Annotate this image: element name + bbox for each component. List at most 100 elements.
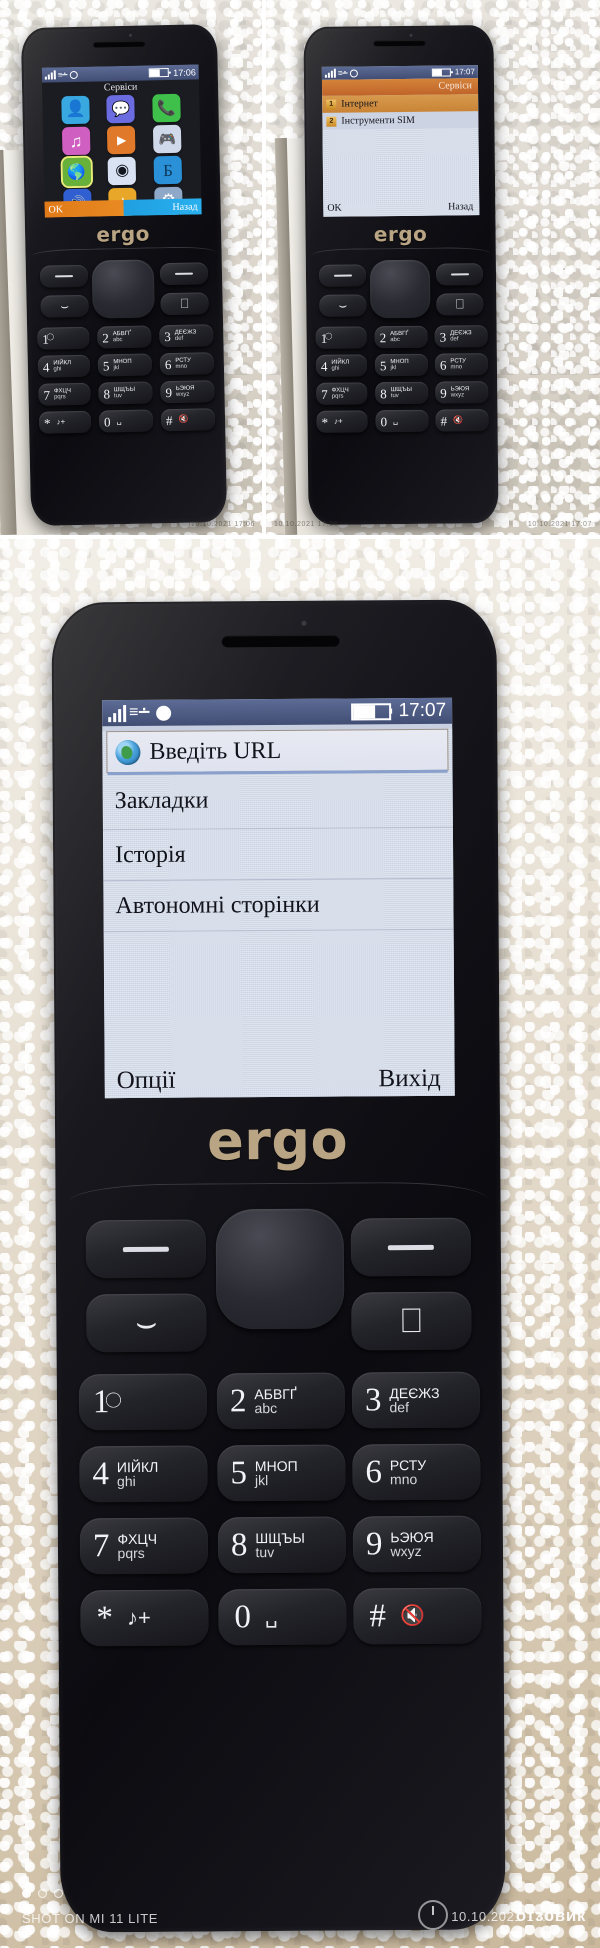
app-icon-camera[interactable]: ◉ bbox=[108, 156, 137, 186]
softkey-left-3[interactable]: Опції bbox=[105, 1066, 279, 1095]
end-call-key-3[interactable]: ⎕ bbox=[351, 1291, 472, 1351]
battery-icon bbox=[351, 702, 392, 720]
menu-index-1: 1 bbox=[326, 99, 337, 110]
key-1[interactable]: 1 ⃝⃝ bbox=[78, 1373, 208, 1431]
signal-bars-icon bbox=[44, 70, 56, 80]
key-3[interactable]: 3 ДЕЄЖЗ def bbox=[434, 325, 488, 348]
battery-icon bbox=[149, 68, 170, 78]
app-icon-video[interactable]: ▶ bbox=[107, 125, 136, 155]
globe-icon: 🌎 bbox=[67, 163, 87, 181]
key-hash[interactable]: # 🔇 bbox=[435, 409, 489, 432]
browser-menu-item-label: Історія bbox=[115, 841, 186, 868]
menu-item-internet[interactable]: 1 Інтернет bbox=[322, 94, 479, 113]
softkey-right-label-3: Вихід bbox=[378, 1064, 441, 1093]
softkey-right-button-2[interactable] bbox=[435, 263, 484, 286]
menu-item-label-internet: Інтернет bbox=[341, 98, 378, 110]
earpiece-grille bbox=[221, 634, 340, 648]
key-hash[interactable]: # 🔇 bbox=[353, 1587, 482, 1645]
key-4[interactable]: 4 ИІЙКЛ ghi bbox=[315, 354, 368, 377]
key-8[interactable]: 8 ШЩЪЫ tuv bbox=[98, 381, 153, 405]
alarm-clock-icon bbox=[350, 68, 359, 78]
call-key-2[interactable]: ⌣ bbox=[319, 294, 367, 317]
app-icon-games[interactable]: 🎮 bbox=[153, 124, 182, 154]
browser-menu-selected-enter-url[interactable]: Введіть URL bbox=[106, 728, 449, 776]
softkey-left-2[interactable]: OK bbox=[323, 199, 400, 217]
app-icon-messages[interactable]: 💬 bbox=[106, 94, 136, 124]
key-hash[interactable]: # 🔇 bbox=[160, 408, 216, 432]
app-icon-services[interactable]: 🌎 bbox=[60, 155, 93, 189]
app-icon-call-log[interactable]: 📞 bbox=[152, 93, 181, 123]
softkey-right-label-2: Назад bbox=[448, 201, 474, 213]
softkey-right-button-1[interactable] bbox=[159, 262, 209, 286]
key-2[interactable]: 2 АБВГҐ abc bbox=[216, 1372, 346, 1430]
key-7[interactable]: 7 ФХЦЧ pqrs bbox=[38, 382, 91, 406]
app-icon-music[interactable]: ♫ bbox=[61, 126, 91, 156]
signal-bars-icon bbox=[324, 68, 336, 78]
key-8[interactable]: 8 ШЩЪЫ tuv bbox=[217, 1516, 347, 1574]
key-star[interactable]: * ♪+ bbox=[316, 410, 368, 433]
key-3[interactable]: 3 ДЕЄЖЗ def bbox=[351, 1371, 481, 1429]
softkey-left-button-1[interactable] bbox=[39, 264, 89, 288]
brand-logo-3: ergo bbox=[206, 1108, 349, 1173]
note-plus-icon: ♪+ bbox=[126, 1604, 151, 1630]
battery-icon bbox=[431, 67, 451, 77]
softkey-left-button-2[interactable] bbox=[318, 264, 367, 287]
key-0[interactable]: 0 ␣ bbox=[98, 409, 154, 433]
app-icon-contacts[interactable]: 👤 bbox=[61, 95, 90, 125]
key-6[interactable]: 6 РСТУ mno bbox=[352, 1443, 481, 1501]
shutter-watermark-icon bbox=[418, 1900, 448, 1930]
key-0[interactable]: 0 ␣ bbox=[218, 1588, 347, 1646]
browser-menu-item-offline-pages[interactable]: Автономні сторінки bbox=[103, 878, 454, 933]
key-4[interactable]: 4 ИІЙКЛ ghi bbox=[37, 354, 91, 378]
soft-key-bar-3: Опції Вихід bbox=[105, 1057, 455, 1098]
key-2[interactable]: 2 АБВГҐ abc bbox=[374, 325, 428, 349]
key-7[interactable]: 7 ФХЦЧ pqrs bbox=[79, 1517, 209, 1575]
browser-menu-item-label: Закладки bbox=[114, 786, 209, 814]
key-4[interactable]: 4 ИІЙКЛ ghi bbox=[79, 1445, 208, 1503]
key-6[interactable]: 6 РСТУ mno bbox=[434, 353, 489, 376]
dpad-navigation-key-2[interactable] bbox=[369, 259, 431, 319]
key-8[interactable]: 8 ШЩЪЫ tuv bbox=[375, 381, 429, 405]
space-icon: ␣ bbox=[116, 416, 122, 426]
key-6[interactable]: 6 РСТУ mno bbox=[159, 352, 215, 376]
video-icon: ▶ bbox=[116, 132, 127, 148]
key-5[interactable]: 5 МНОП jkl bbox=[217, 1444, 346, 1502]
dpad-navigation-key-1[interactable] bbox=[91, 259, 155, 319]
browser-menu-item-label: Автономні сторінки bbox=[115, 891, 320, 919]
menu-title-2: Сервіси bbox=[438, 80, 473, 92]
dpad-navigation-key-3[interactable] bbox=[215, 1208, 345, 1330]
softkey-left-1[interactable]: OK bbox=[44, 200, 124, 218]
browser-menu-item-bookmarks[interactable]: Закладки bbox=[102, 770, 453, 831]
shot-on-watermark: SHOT ON MI 11 LITE bbox=[22, 1911, 159, 1926]
globe-icon bbox=[115, 739, 141, 765]
key-3[interactable]: 3 ДЕЄЖЗ def bbox=[159, 324, 214, 348]
softkey-right-button-3[interactable] bbox=[350, 1217, 472, 1277]
key-2[interactable]: 2 АБВГҐ abc bbox=[97, 325, 152, 349]
app-icon-bank[interactable]: Б bbox=[153, 155, 183, 185]
softkey-left-button-3[interactable] bbox=[85, 1219, 207, 1279]
softkey-right-2[interactable]: Назад bbox=[400, 198, 479, 216]
end-call-key-1[interactable]: ⎕ bbox=[160, 292, 209, 316]
key-star[interactable]: * ♪+ bbox=[38, 410, 92, 434]
softkey-right-1[interactable]: Назад bbox=[122, 198, 202, 217]
key-7[interactable]: 7 ФХЦЧ pqrs bbox=[316, 382, 368, 405]
key-1[interactable]: 1⃝⃝ bbox=[315, 326, 367, 349]
key-0[interactable]: 0 ␣ bbox=[375, 409, 429, 433]
key-9[interactable]: 9 ЬЭЮЯ wxyz bbox=[435, 381, 489, 404]
brand-logo-1: ergo bbox=[96, 221, 151, 247]
key-5[interactable]: 5 МНОП jkl bbox=[374, 353, 429, 377]
photo-bottom-large: ≡∸ 17:07 Введіть URL Закладки Історія Ав… bbox=[0, 539, 600, 1948]
key-star[interactable]: * ♪+ bbox=[80, 1589, 209, 1647]
call-log-icon: 📞 bbox=[157, 99, 177, 117]
note-plus-icon: ♪+ bbox=[333, 416, 343, 426]
call-key-1[interactable]: ⌣ bbox=[40, 294, 89, 318]
key-9[interactable]: 9 ЬЭЮЯ wxyz bbox=[352, 1515, 482, 1573]
end-call-key-2[interactable]: ⎕ bbox=[436, 293, 484, 316]
browser-menu-item-history[interactable]: Історія bbox=[102, 827, 454, 882]
key-1[interactable]: 1⃝⃝ bbox=[37, 326, 90, 350]
softkey-right-3[interactable]: Вихід bbox=[279, 1065, 455, 1094]
key-5[interactable]: 5 МНОП jkl bbox=[97, 353, 153, 377]
menu-item-sim-tools[interactable]: 2 Інструменти SIM bbox=[322, 111, 478, 130]
call-key-3[interactable]: ⌣ bbox=[86, 1293, 207, 1353]
key-9[interactable]: 9 ЬЭЮЯ wxyz bbox=[160, 380, 215, 404]
